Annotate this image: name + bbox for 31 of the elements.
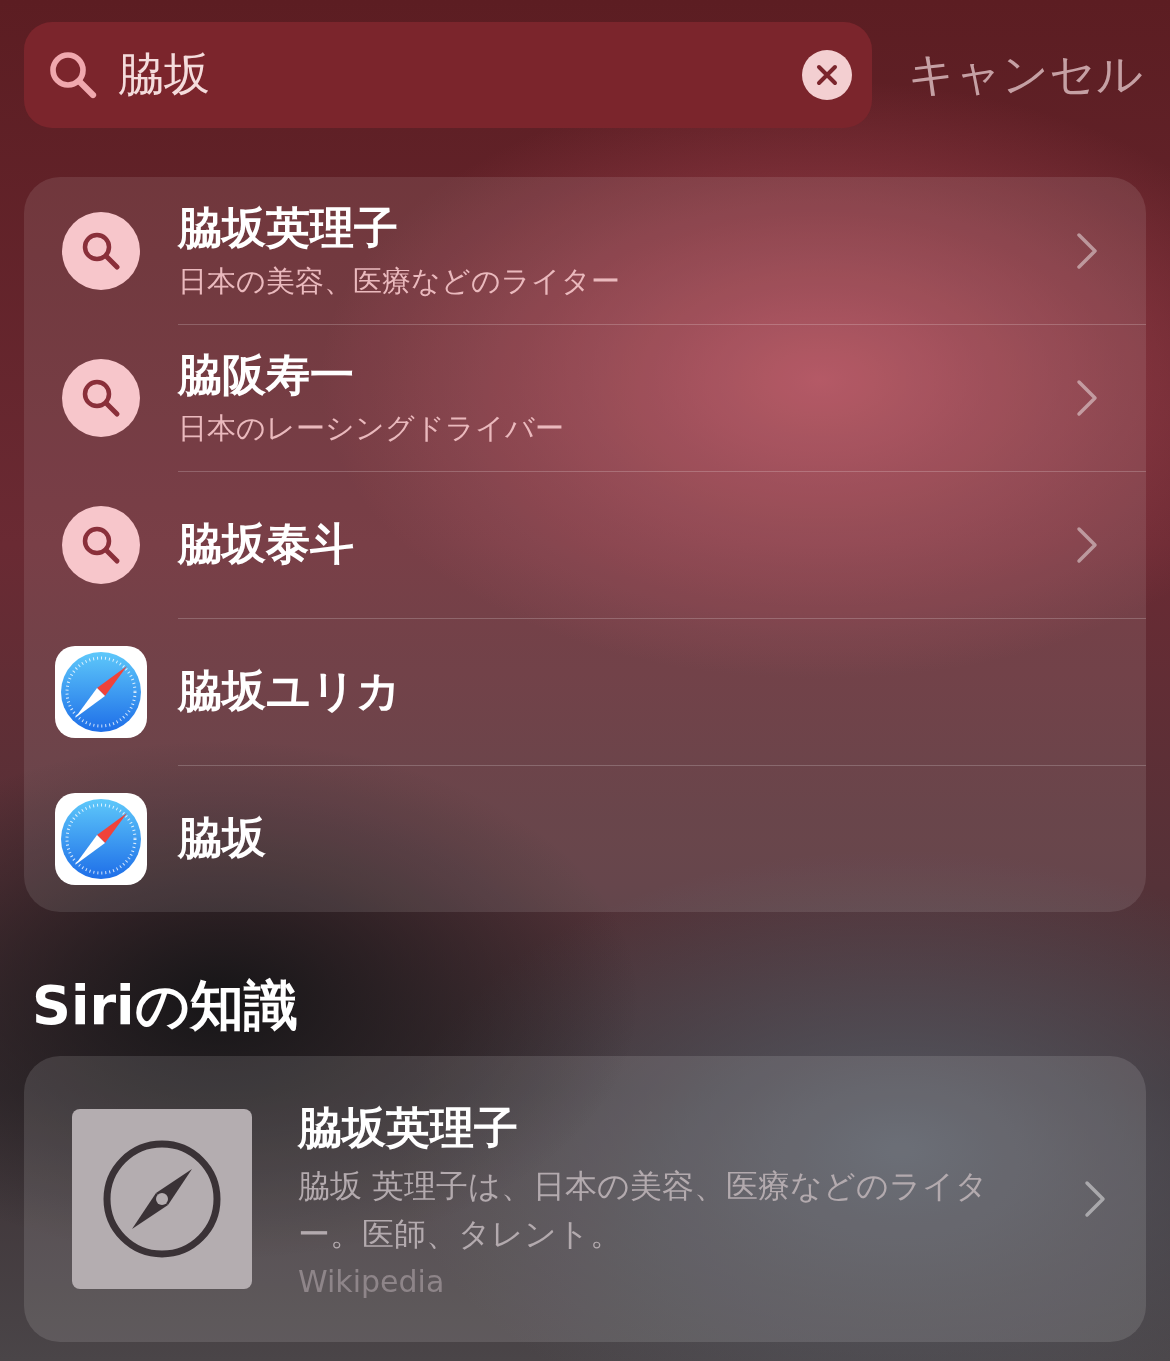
- close-icon: [816, 64, 838, 86]
- search-result[interactable]: 脇阪寿一 日本のレーシングドライバー: [24, 324, 1146, 471]
- result-title: 脇阪寿一: [178, 348, 355, 402]
- compass-app-icon: [55, 645, 147, 738]
- chevron-icon: [1076, 378, 1098, 417]
- search-icon: [81, 230, 121, 271]
- result-subtitle: 日本のレーシングドライバー: [178, 410, 565, 447]
- search-icon: [81, 524, 121, 565]
- search-result[interactable]: 脇坂: [24, 765, 1146, 912]
- compass-icon: [102, 1139, 222, 1259]
- result-title: 脇坂英理子: [178, 201, 399, 255]
- search-field[interactable]: 脇坂: [24, 22, 872, 128]
- cancel-button[interactable]: キャンセル: [908, 44, 1143, 106]
- knowledge-title: 脇坂英理子: [298, 1101, 519, 1155]
- chevron-icon: [1076, 525, 1098, 564]
- chevron-icon: [1084, 1180, 1106, 1218]
- clear-button[interactable]: [802, 50, 852, 100]
- result-title: 脇坂泰斗: [178, 517, 355, 571]
- compass-app-icon: [55, 792, 147, 885]
- result-subtitle: 日本の美容、医療などのライター: [178, 263, 621, 300]
- result-title: 脇坂: [178, 811, 267, 865]
- search-result[interactable]: 脇坂英理子 日本の美容、医療などのライター: [24, 177, 1146, 324]
- search-result[interactable]: 脇坂泰斗: [24, 471, 1146, 618]
- search-text: 脇坂: [118, 46, 211, 103]
- search-icon: [81, 377, 121, 418]
- search-result[interactable]: 脇坂ユリカ: [24, 618, 1146, 765]
- section-heading: Siriの知識: [32, 973, 299, 1039]
- chevron-icon: [1076, 231, 1098, 270]
- result-title: 脇坂ユリカ: [178, 664, 402, 718]
- search-icon: [48, 50, 98, 100]
- knowledge-description: 脇坂 英理子は、日本の美容、医療などのライター。医師、タレント。: [298, 1166, 990, 1255]
